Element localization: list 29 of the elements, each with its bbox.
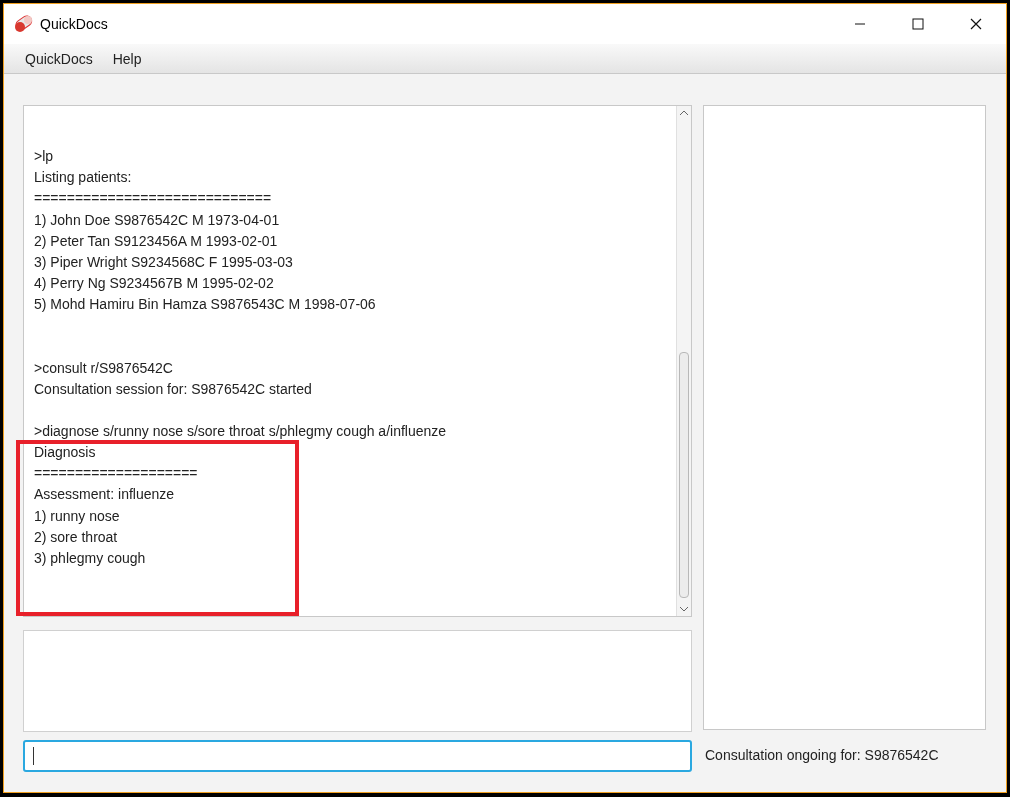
output-line: 3) phlegmy cough — [34, 549, 147, 568]
output-line: 2) Peter Tan S9123456A M 1993-02-01 — [34, 231, 279, 251]
output-line: Assessment: influenze — [34, 485, 176, 505]
output-line: 5) Mohd Hamiru Bin Hamza S9876543C M 1998-07-06 — [34, 295, 377, 315]
menu-item[interactable]: Help — [103, 46, 151, 71]
status-text: Consultation ongoing for: S9876542C — [704, 746, 939, 763]
output-line: Consultation session for: S9876542C started — [34, 379, 313, 399]
output-line: >diagnose s/runny nose s/sore throat s/phlegmy cough a/influenze — [34, 421, 448, 441]
close-icon[interactable] — [970, 18, 982, 30]
output-line: >lp — [34, 147, 55, 166]
menu-item[interactable]: QuickDocs — [16, 46, 102, 71]
output-line: >consult r/S9876542C — [34, 358, 174, 378]
maximize-icon[interactable] — [912, 18, 924, 30]
app-logo-icon — [14, 15, 34, 33]
scrollbar-thumb[interactable] — [679, 352, 689, 598]
output-line: Listing patients: — [34, 168, 133, 188]
output-line: ============================= — [34, 189, 273, 209]
scrollbar[interactable] — [676, 106, 691, 616]
command-input-field[interactable] — [23, 739, 692, 772]
output-line: 3) Piper Wright S9234568C F 1995-03-03 — [34, 252, 294, 272]
window-title: QuickDocs — [40, 16, 108, 32]
output-line: Diagnosis — [34, 443, 97, 463]
output-line: 4) Perry Ng S9234567B M 1995-02-02 — [34, 274, 275, 294]
output-line: ==================== — [34, 464, 199, 484]
scroll-down-icon[interactable] — [679, 605, 689, 613]
scroll-up-icon[interactable] — [679, 109, 689, 117]
output-line: 1) runny nose — [34, 506, 121, 526]
output-line: 1) John Doe S9876542C M 1973-04-01 — [34, 210, 281, 230]
output-line: 2) sore throat — [34, 527, 119, 547]
